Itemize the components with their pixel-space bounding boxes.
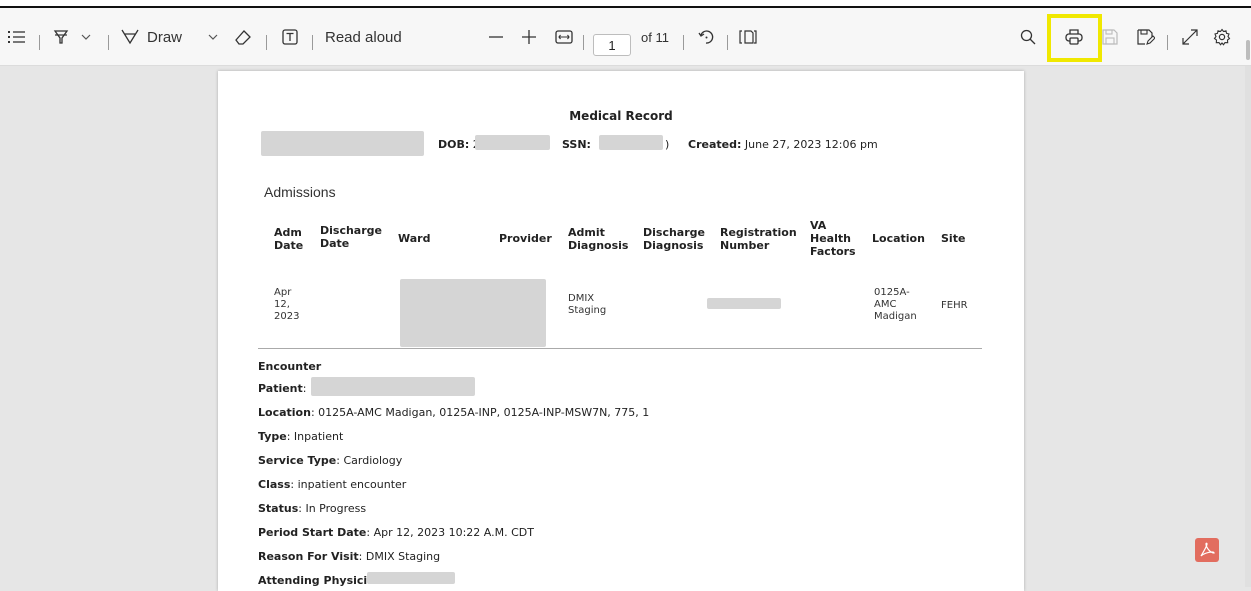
adobe-pdf-icon[interactable] xyxy=(1195,538,1219,562)
document-title: Medical Record xyxy=(569,109,673,123)
patient-field: Patient: xyxy=(258,382,307,395)
cell-location: 0125A- AMC Madigan xyxy=(874,287,917,322)
dob-field: DOB: 2 xyxy=(438,138,480,151)
scrollbar-thumb[interactable] xyxy=(1246,40,1250,60)
cell-site: FEHR xyxy=(941,300,968,311)
ssn-label: SSN: xyxy=(562,138,591,151)
search-icon[interactable] xyxy=(1018,8,1038,66)
save-icon xyxy=(1100,8,1120,66)
period-start-field: Period Start Date: Apr 12, 2023 10:22 A.… xyxy=(258,526,534,539)
pdf-page: Medical Record DOB: 2 SSN: ) Created: Ju… xyxy=(218,71,1024,591)
ssn-tail: ) xyxy=(665,138,670,151)
eraser-icon[interactable] xyxy=(233,8,253,66)
vertical-scrollbar[interactable] xyxy=(1245,66,1251,587)
draw-button[interactable]: Draw xyxy=(121,8,187,66)
full-screen-icon[interactable] xyxy=(1180,8,1200,66)
print-highlight-box xyxy=(1047,14,1102,62)
save-as-icon[interactable] xyxy=(1136,8,1156,66)
encounter-heading: Encounter xyxy=(258,360,322,373)
redacted-patient xyxy=(311,377,475,396)
draw-label: Draw xyxy=(147,28,183,46)
contents-icon[interactable] xyxy=(6,8,28,66)
toolbar-divider xyxy=(39,35,40,50)
toolbar-divider xyxy=(683,35,684,50)
page-total: of 11 xyxy=(641,8,677,66)
page-number-input[interactable]: 1 xyxy=(593,34,631,56)
highlight-icon[interactable] xyxy=(50,8,72,66)
toolbar-divider xyxy=(727,35,728,50)
fit-width-icon[interactable] xyxy=(554,8,574,66)
cell-admit-diagnosis: DMIX Staging xyxy=(568,293,607,316)
highlight-chevron-down-icon[interactable] xyxy=(78,8,94,66)
col-admit-diagnosis: Admit Diagnosis xyxy=(568,226,629,252)
col-adm-date: Adm Date xyxy=(274,226,304,252)
zoom-out-icon[interactable] xyxy=(487,8,505,66)
gear-icon[interactable] xyxy=(1212,8,1232,66)
class-field: Class: inpatient encounter xyxy=(258,478,407,491)
page-view-icon[interactable] xyxy=(738,8,758,66)
reason-for-visit-field: Reason For Visit: DMIX Staging xyxy=(258,550,441,563)
service-type-field: Service Type: Cardiology xyxy=(258,454,403,467)
toolbar-divider xyxy=(312,35,313,50)
read-aloud-label: Read aloud xyxy=(325,28,402,46)
toolbar-divider xyxy=(108,35,109,50)
redacted-ssn xyxy=(599,135,663,150)
toolbar-divider xyxy=(583,35,584,50)
cell-adm-date: Apr 12, 2023 xyxy=(274,287,300,322)
type-field: Type: Inpatient xyxy=(258,430,344,443)
col-discharge-diagnosis: Discharge Diagnosis xyxy=(643,226,705,252)
read-aloud-button[interactable]: Read aloud xyxy=(325,8,405,66)
draw-icon xyxy=(121,29,139,45)
col-va-health-factors: VA Health Factors xyxy=(810,219,856,258)
redacted-registration-number xyxy=(707,298,781,309)
col-site: Site xyxy=(941,232,966,245)
rotate-icon[interactable] xyxy=(696,8,716,66)
toolbar-divider xyxy=(1167,35,1168,50)
toolbar-divider xyxy=(266,35,267,50)
admissions-heading: Admissions xyxy=(264,184,336,200)
text-box-icon[interactable] xyxy=(280,8,300,66)
redacted-ward-provider xyxy=(400,279,546,347)
col-registration-number: Registration Number xyxy=(720,226,797,252)
created-label: Created: xyxy=(688,138,742,151)
zoom-in-icon[interactable] xyxy=(520,8,538,66)
status-field: Status: In Progress xyxy=(258,502,367,515)
page-total-label: of 11 xyxy=(641,29,669,45)
created-field: Created: June 27, 2023 12:06 pm xyxy=(688,138,878,151)
redacted-physician xyxy=(367,572,455,584)
col-provider: Provider xyxy=(499,232,552,245)
col-location: Location xyxy=(872,232,925,245)
col-ward: Ward xyxy=(398,232,431,245)
draw-chevron-down-icon[interactable] xyxy=(205,8,221,66)
col-discharge-date: Discharge Date xyxy=(320,224,382,250)
table-divider xyxy=(258,348,982,349)
dob-label: DOB: xyxy=(438,138,470,151)
redacted-dob xyxy=(475,135,550,150)
created-value: June 27, 2023 12:06 pm xyxy=(744,138,878,151)
ssn-field: SSN: xyxy=(562,138,591,151)
redacted-patient-name xyxy=(261,131,424,156)
location-field: Location: 0125A-AMC Madigan, 0125A-INP, … xyxy=(258,406,650,419)
